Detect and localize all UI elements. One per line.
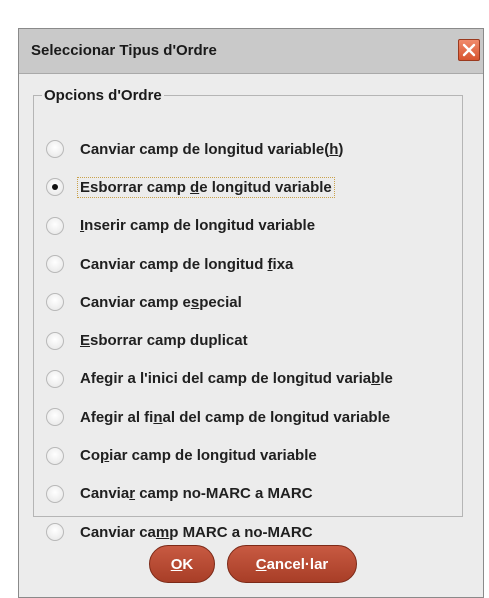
option-label-post: e longitud variable bbox=[199, 178, 332, 196]
order-option-5[interactable]: Canviar camp especial bbox=[46, 283, 462, 321]
option-label: Esborrar camp de longitud variable bbox=[77, 176, 335, 198]
order-option-6[interactable]: Esborrar camp duplicat bbox=[46, 321, 462, 359]
option-label-pre: Canvia bbox=[80, 485, 130, 503]
order-option-9[interactable]: Copiar camp de longitud variable bbox=[46, 436, 462, 474]
option-label: Canviar camp especial bbox=[78, 293, 244, 312]
radio-button[interactable] bbox=[46, 293, 64, 312]
option-label-post: sborrar camp duplicat bbox=[90, 332, 248, 350]
order-options-group: Opcions d'Ordre Canviar camp de longitud… bbox=[33, 87, 463, 542]
option-label: Canviar camp de longitud fixa bbox=[78, 255, 295, 274]
close-icon bbox=[462, 43, 476, 57]
cancel-label-rest: ancel·lar bbox=[266, 555, 329, 573]
option-label: Inserir camp de longitud variable bbox=[78, 216, 317, 235]
option-mnemonic: p bbox=[100, 447, 110, 465]
option-label-pre: Canviar camp e bbox=[80, 293, 191, 311]
order-option-10[interactable]: Canviar camp no-MARC a MARC bbox=[46, 475, 462, 513]
select-order-type-dialog: Seleccionar Tipus d'Ordre Opcions d'Ordr… bbox=[18, 28, 484, 598]
radio-button[interactable] bbox=[46, 255, 64, 274]
ok-label-rest: K bbox=[182, 555, 194, 573]
order-options-legend: Opcions d'Ordre bbox=[44, 87, 162, 104]
order-option-4[interactable]: Canviar camp de longitud fixa bbox=[46, 245, 462, 283]
cancel-mnemonic: C bbox=[255, 555, 267, 573]
option-label: Canviar camp no-MARC a MARC bbox=[78, 484, 315, 503]
option-label-post: le bbox=[380, 370, 393, 388]
radio-button[interactable] bbox=[46, 484, 64, 503]
option-label-post: ) bbox=[338, 140, 344, 158]
option-label: Esborrar camp duplicat bbox=[78, 331, 250, 350]
close-button[interactable] bbox=[458, 39, 480, 61]
radio-button[interactable] bbox=[46, 446, 64, 465]
radio-button[interactable] bbox=[46, 408, 64, 427]
order-option-1[interactable]: Canviar camp de longitud variable(h) bbox=[46, 130, 462, 168]
order-options-list: Canviar camp de longitud variable(h) Esbo… bbox=[46, 130, 462, 551]
dialog-title: Seleccionar Tipus d'Ordre bbox=[31, 42, 217, 59]
ok-mnemonic: O bbox=[170, 555, 183, 573]
option-mnemonic: m bbox=[155, 523, 170, 541]
option-label: Canviar camp MARC a no-MARC bbox=[78, 523, 315, 542]
dialog-titlebar: Seleccionar Tipus d'Ordre bbox=[19, 29, 483, 74]
option-label-pre: Esborrar camp bbox=[80, 178, 191, 196]
order-option-2[interactable]: Esborrar camp de longitud variable bbox=[46, 168, 462, 206]
option-label-pre: Canviar ca bbox=[80, 523, 156, 541]
order-option-7[interactable]: Afegir a l'inici del camp de longitud va… bbox=[46, 360, 462, 398]
radio-button[interactable] bbox=[46, 178, 64, 197]
radio-button[interactable] bbox=[46, 140, 64, 159]
option-label: Canviar camp de longitud variable(h) bbox=[78, 140, 345, 159]
radio-button[interactable] bbox=[46, 216, 64, 235]
option-label-pre: Canviar camp de longitud bbox=[80, 255, 268, 273]
order-option-3[interactable]: Inserir camp de longitud variable bbox=[46, 207, 462, 245]
option-label-post: p MARC a no-MARC bbox=[169, 523, 313, 541]
option-mnemonic: n bbox=[153, 408, 163, 426]
option-label-pre: Afegir a l'inici del camp de longitud va… bbox=[80, 370, 372, 388]
option-label-post: ixa bbox=[272, 255, 294, 273]
dialog-buttons: OK Cancel·lar bbox=[149, 545, 357, 583]
option-label-post: nserir camp de longitud variable bbox=[84, 217, 316, 235]
option-label-pre: Canviar camp de longitud variable( bbox=[80, 140, 330, 158]
option-mnemonic: s bbox=[190, 293, 200, 311]
option-label: Afegir a l'inici del camp de longitud va… bbox=[78, 369, 395, 388]
option-label-post: al del camp de longitud variable bbox=[162, 408, 391, 426]
option-mnemonic: E bbox=[80, 332, 91, 350]
ok-button[interactable]: OK bbox=[149, 545, 215, 583]
option-mnemonic: d bbox=[190, 178, 200, 196]
option-label: Copiar camp de longitud variable bbox=[78, 446, 319, 465]
option-label: Afegir al final del camp de longitud var… bbox=[78, 408, 392, 427]
order-option-8[interactable]: Afegir al final del camp de longitud var… bbox=[46, 398, 462, 436]
option-label-post: pecial bbox=[199, 293, 242, 311]
option-label-post: camp no-MARC a MARC bbox=[135, 485, 313, 503]
option-mnemonic: b bbox=[371, 370, 381, 388]
cancel-button[interactable]: Cancel·lar bbox=[227, 545, 357, 583]
radio-button[interactable] bbox=[46, 523, 64, 542]
option-label-post: iar camp de longitud variable bbox=[109, 447, 317, 465]
option-label-pre: Co bbox=[80, 447, 100, 465]
radio-button[interactable] bbox=[46, 331, 64, 350]
option-label-pre: Afegir al fi bbox=[80, 408, 154, 426]
radio-button[interactable] bbox=[46, 369, 64, 388]
